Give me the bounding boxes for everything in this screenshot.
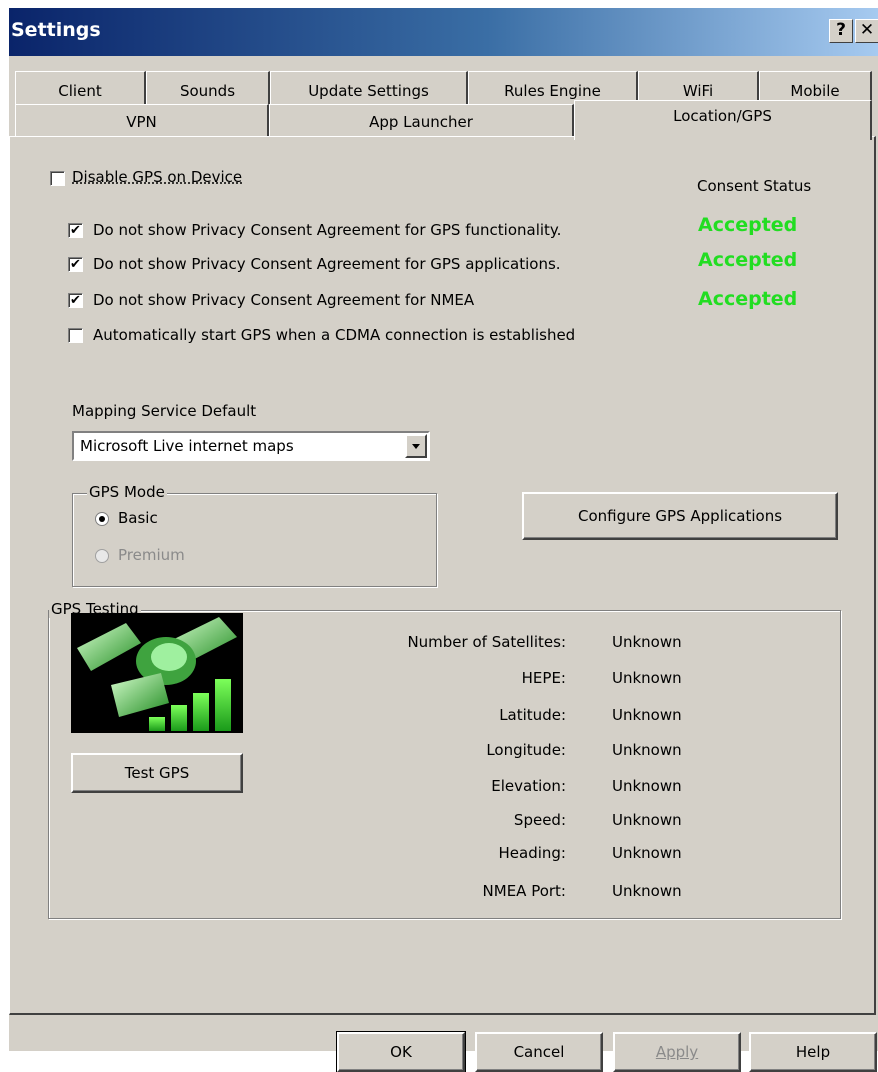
tab-sounds[interactable]: Sounds (146, 71, 270, 105)
gps-mode-group: GPS Mode Basic Premium (72, 483, 437, 587)
gps-mode-legend: GPS Mode (87, 483, 167, 501)
tab-client[interactable]: Client (15, 71, 146, 105)
field-value-hepe: Unknown (612, 669, 682, 687)
tab-update-settings[interactable]: Update Settings (270, 71, 468, 105)
field-value-speed: Unknown (612, 811, 682, 829)
gps-mode-premium-radio[interactable] (95, 549, 109, 563)
field-label-latitude: Latitude: (499, 706, 566, 724)
settings-window: Settings ? ✕ Client Sounds Update Settin… (9, 8, 878, 1072)
consent-gps-functionality-checkbox[interactable]: ✔ (68, 223, 83, 238)
consent-status-value: Accepted (698, 288, 798, 310)
field-value-nmea-port: Unknown (612, 882, 682, 900)
help-icon[interactable]: ? (829, 19, 853, 43)
close-icon[interactable]: ✕ (855, 19, 878, 43)
gps-mode-basic-label: Basic (118, 509, 158, 527)
field-value-longitude: Unknown (612, 741, 682, 759)
tab-app-launcher[interactable]: App Launcher (269, 104, 574, 137)
apply-button[interactable]: Apply (613, 1032, 741, 1072)
ok-button[interactable]: OK (336, 1031, 466, 1072)
field-label-hepe: HEPE: (521, 669, 566, 687)
gps-mode-basic-radio[interactable] (95, 512, 109, 526)
auto-start-gps-label: Automatically start GPS when a CDMA conn… (93, 326, 576, 344)
test-gps-button[interactable]: Test GPS (71, 753, 243, 793)
consent-gps-applications-checkbox[interactable]: ✔ (68, 257, 83, 272)
field-label-satellites: Number of Satellites: (407, 633, 566, 651)
auto-start-gps-checkbox[interactable] (68, 328, 83, 343)
tab-location-gps[interactable]: Location/GPS (574, 100, 872, 140)
field-value-elevation: Unknown (612, 777, 682, 795)
consent-gps-functionality-label: Do not show Privacy Consent Agreement fo… (93, 221, 562, 239)
consent-gps-applications-label: Do not show Privacy Consent Agreement fo… (93, 255, 561, 273)
consent-nmea-checkbox[interactable]: ✔ (68, 293, 83, 308)
disable-gps-label: Disable GPS on Device (72, 168, 243, 186)
field-label-elevation: Elevation: (491, 777, 566, 795)
field-value-heading: Unknown (612, 844, 682, 862)
field-label-longitude: Longitude: (486, 741, 566, 759)
mapping-service-value: Microsoft Live internet maps (80, 437, 294, 455)
field-label-heading: Heading: (498, 844, 566, 862)
gps-testing-group: GPS Testing Test GPS Number of Satellite… (48, 600, 841, 919)
consent-nmea-label: Do not show Privacy Consent Agreement fo… (93, 291, 475, 309)
title-bar: Settings ? ✕ (9, 8, 878, 56)
consent-status-header: Consent Status (697, 177, 812, 195)
window-title: Settings (11, 19, 101, 41)
satellite-signal-icon (71, 613, 243, 733)
consent-status-value: Accepted (698, 249, 798, 271)
mapping-service-select[interactable]: Microsoft Live internet maps (72, 431, 430, 461)
help-button[interactable]: Help (749, 1032, 877, 1072)
configure-gps-applications-button[interactable]: Configure GPS Applications (522, 492, 838, 540)
field-label-speed: Speed: (513, 811, 566, 829)
field-value-satellites: Unknown (612, 633, 682, 651)
field-label-nmea-port: NMEA Port: (482, 882, 566, 900)
field-value-latitude: Unknown (612, 706, 682, 724)
tab-vpn[interactable]: VPN (15, 104, 269, 137)
gps-mode-premium-label: Premium (118, 546, 185, 564)
chevron-down-icon[interactable] (405, 434, 427, 458)
cancel-button[interactable]: Cancel (475, 1032, 603, 1072)
location-gps-panel: Disable GPS on Device Consent Status ✔ D… (9, 136, 876, 1015)
disable-gps-checkbox[interactable] (50, 171, 65, 186)
mapping-service-label: Mapping Service Default (72, 402, 257, 420)
consent-status-value: Accepted (698, 214, 798, 236)
